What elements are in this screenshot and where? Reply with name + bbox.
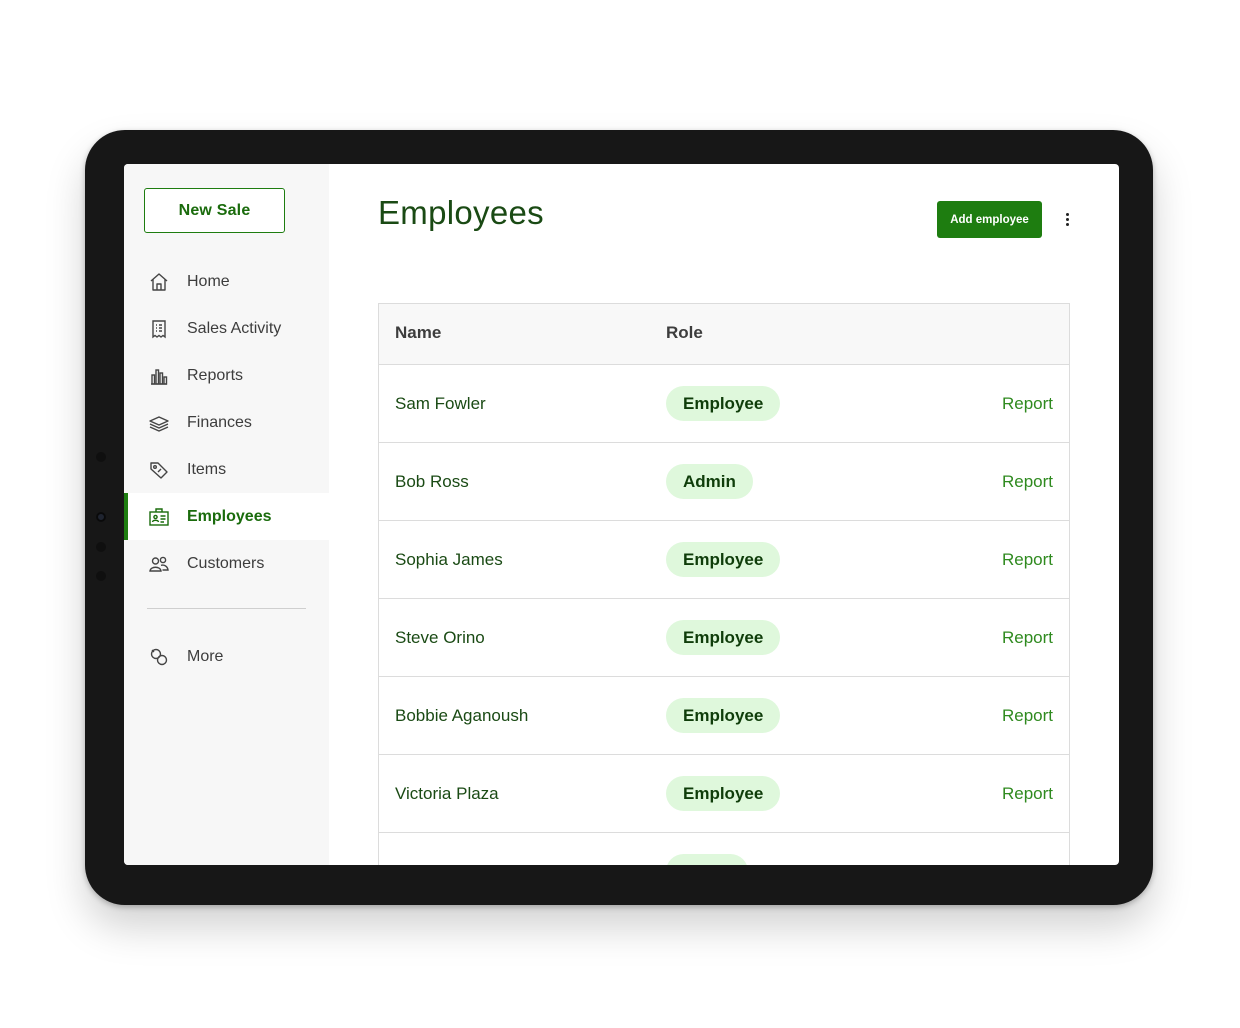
stack-icon xyxy=(148,412,170,434)
role-badge: Admin xyxy=(666,464,753,499)
sidebar-item-label: Reports xyxy=(187,366,244,384)
table-row[interactable]: Victoria Plaza Employee Report xyxy=(379,755,1069,833)
sidebar-item-label: Sales Activity xyxy=(187,319,282,337)
circles-icon xyxy=(148,646,170,668)
table-row[interactable]: Bobbie Aganoush Employee Report xyxy=(379,677,1069,755)
sidebar-item-sales-activity[interactable]: Sales Activity xyxy=(124,305,329,352)
tablet-frame: New Sale Home Sales Activity Reports Fin… xyxy=(85,130,1153,905)
report-link[interactable]: Report xyxy=(1002,599,1053,676)
table-row[interactable]: Sam Fowler Employee Report xyxy=(379,365,1069,443)
sidebar-item-label: Items xyxy=(187,460,227,478)
id-badge-icon xyxy=(148,506,170,528)
employee-name: Victoria Plaza xyxy=(395,784,499,803)
column-header-role: Role xyxy=(666,323,703,342)
sidebar-item-home[interactable]: Home xyxy=(124,258,329,305)
sensor-dot xyxy=(96,542,106,552)
sidebar-item-label: Finances xyxy=(187,413,252,431)
table-header: Name Role xyxy=(379,304,1069,365)
employees-table: Name Role Sam Fowler Employee Report Bob… xyxy=(378,303,1070,865)
sidebar-nav: Home Sales Activity Reports Finances Ite… xyxy=(124,258,329,587)
new-sale-button[interactable]: New Sale xyxy=(144,188,285,233)
sidebar-item-finances[interactable]: Finances xyxy=(124,399,329,446)
sidebar-item-label: More xyxy=(187,647,224,665)
sidebar-divider xyxy=(147,608,306,609)
table-row[interactable]: Steve Orino Employee Report xyxy=(379,599,1069,677)
people-icon xyxy=(148,553,170,575)
employee-name: Steve Orino xyxy=(395,628,485,647)
role-badge-partial xyxy=(666,854,748,865)
sidebar-item-employees[interactable]: Employees xyxy=(124,493,329,540)
report-link[interactable]: Report xyxy=(1002,677,1053,754)
role-badge: Employee xyxy=(666,620,781,655)
tag-icon xyxy=(148,459,170,481)
app-screen: New Sale Home Sales Activity Reports Fin… xyxy=(124,164,1119,865)
main-content: Employees Add employee Name Role Sam Fow… xyxy=(329,164,1119,865)
employee-name: Sam Fowler xyxy=(395,394,486,413)
sidebar-item-label: Employees xyxy=(187,507,272,525)
report-link[interactable]: Report xyxy=(1002,755,1053,832)
bar-chart-icon xyxy=(148,365,170,387)
column-header-name: Name xyxy=(395,323,442,342)
camera-lens xyxy=(96,512,106,522)
kebab-icon[interactable] xyxy=(1057,209,1077,229)
sidebar-item-label: Customers xyxy=(187,554,265,572)
page-title: Employees xyxy=(378,194,544,231)
table-row[interactable]: Sophia James Employee Report xyxy=(379,521,1069,599)
sidebar-item-label: Home xyxy=(187,272,230,290)
home-icon xyxy=(148,271,170,293)
role-badge: Employee xyxy=(666,542,781,577)
sidebar-item-items[interactable]: Items xyxy=(124,446,329,493)
employee-name: Bob Ross xyxy=(395,472,469,491)
receipt-icon xyxy=(148,318,170,340)
report-link[interactable]: Report xyxy=(1002,443,1053,520)
sensor-dot xyxy=(96,452,106,462)
employee-name: Sophia James xyxy=(395,550,503,569)
sidebar-item-reports[interactable]: Reports xyxy=(124,352,329,399)
sidebar-item-more[interactable]: More xyxy=(124,633,329,680)
sidebar: New Sale Home Sales Activity Reports Fin… xyxy=(124,164,329,865)
table-row-partial[interactable] xyxy=(379,833,1069,865)
report-link[interactable]: Report xyxy=(1002,521,1053,598)
table-row[interactable]: Bob Ross Admin Report xyxy=(379,443,1069,521)
employee-name: Bobbie Aganoush xyxy=(395,706,529,725)
role-badge: Employee xyxy=(666,698,781,733)
add-employee-button[interactable]: Add employee xyxy=(937,201,1042,238)
role-badge: Employee xyxy=(666,776,781,811)
role-badge: Employee xyxy=(666,386,781,421)
sensor-dot xyxy=(96,571,106,581)
sidebar-item-customers[interactable]: Customers xyxy=(124,540,329,587)
report-link[interactable]: Report xyxy=(1002,365,1053,442)
